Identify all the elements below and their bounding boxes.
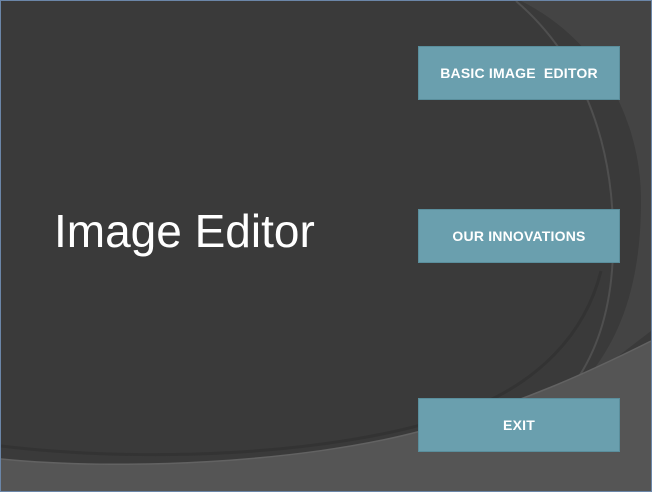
main-window: Image Editor BASIC IMAGE EDITOR OUR INNO… [0, 0, 652, 492]
app-title: Image Editor [54, 205, 315, 257]
basic-image-editor-button[interactable]: BASIC IMAGE EDITOR [418, 46, 620, 100]
exit-button[interactable]: EXIT [418, 398, 620, 452]
our-innovations-button[interactable]: OUR INNOVATIONS [418, 209, 620, 263]
